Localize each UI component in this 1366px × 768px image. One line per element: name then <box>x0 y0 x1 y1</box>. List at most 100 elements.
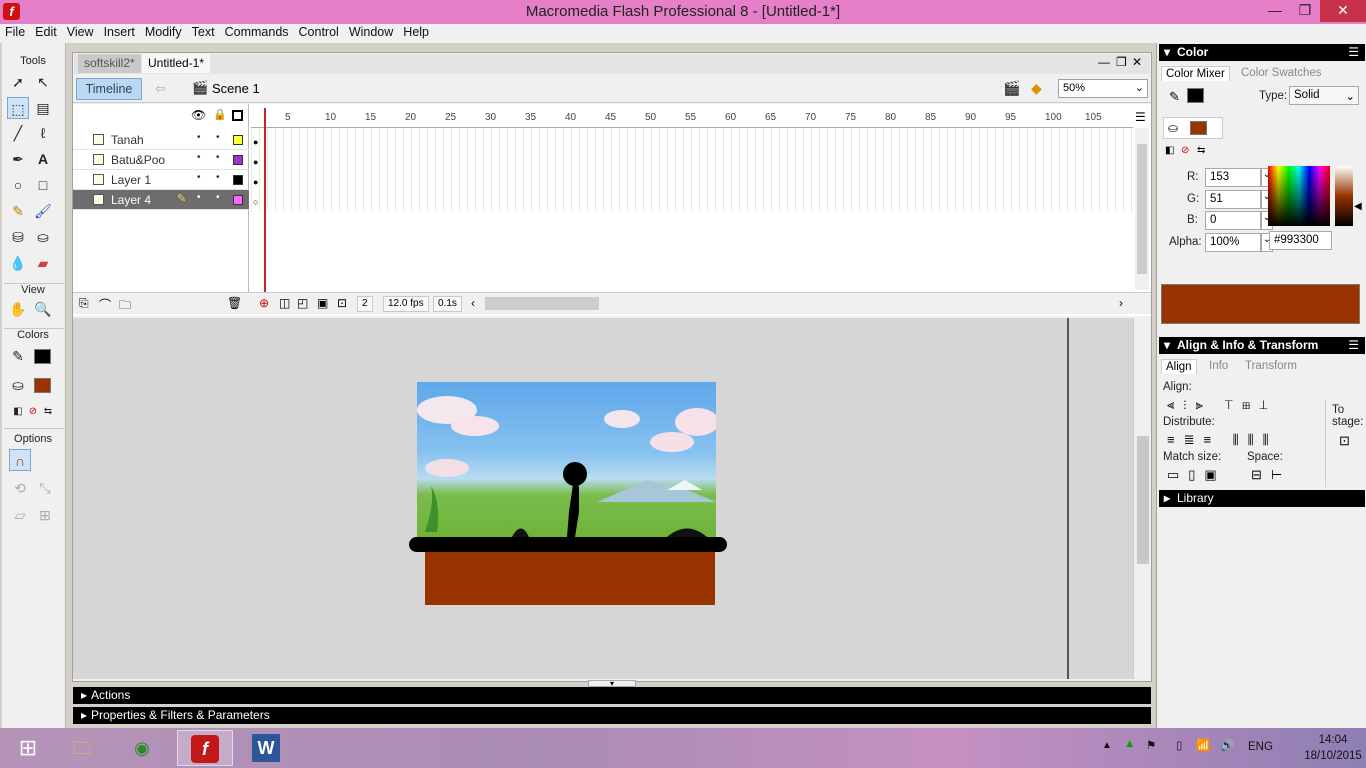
alpha-input[interactable]: 100% <box>1205 233 1261 252</box>
to-stage-button-icon[interactable]: ⊡ <box>1339 433 1350 449</box>
visibility-dot[interactable]: • <box>197 172 201 183</box>
layer-row-batu-poo[interactable]: Batu&Poo • • <box>73 150 249 170</box>
lock-dot[interactable]: • <box>216 152 220 163</box>
menu-view[interactable]: View <box>62 24 99 39</box>
action-center-icon[interactable]: ⚑ <box>1146 738 1156 752</box>
envelope-icon[interactable]: ⊞ <box>34 504 56 526</box>
doc-minimize-button[interactable]: — <box>1098 55 1110 69</box>
line-tool-icon[interactable]: ╱ <box>7 122 29 144</box>
edit-symbols-icon[interactable]: ◆ <box>1031 80 1042 97</box>
panel-collapse-handle[interactable]: ▾ <box>588 680 636 688</box>
scroll-right-icon[interactable]: › <box>1119 296 1123 310</box>
outline-color-swatch[interactable] <box>233 155 243 165</box>
zoom-select[interactable]: 50% ⌄ <box>1058 79 1148 98</box>
doc-close-button[interactable]: ✕ <box>1132 55 1142 69</box>
outline-icon[interactable] <box>232 110 243 121</box>
clock-date[interactable]: 18/10/2015 <box>1298 750 1366 762</box>
language-indicator[interactable]: ENG <box>1248 741 1273 753</box>
distort-icon[interactable]: ▱ <box>9 504 31 526</box>
flash-taskbar-icon[interactable]: f <box>177 730 233 766</box>
oval-tool-icon[interactable]: ○ <box>7 174 29 196</box>
align-panel-header[interactable]: ▾ Align & Info & Transform ☰ <box>1159 337 1365 354</box>
lock-dot[interactable]: • <box>216 172 220 183</box>
rotate-skew-icon[interactable]: ⟲ <box>9 477 31 499</box>
layer-row-tanah[interactable]: Tanah • • <box>73 130 249 150</box>
hex-input[interactable]: #993300 <box>1269 231 1332 250</box>
match-size-buttons-row[interactable]: ▭▯▣ <box>1167 467 1226 483</box>
stage-vscroll[interactable] <box>1133 318 1151 679</box>
chrome-icon[interactable]: ◉ <box>114 730 170 766</box>
minimize-button[interactable]: — <box>1260 0 1290 22</box>
panel-menu-icon[interactable]: ☰ <box>1348 45 1359 59</box>
timeline-menu-icon[interactable]: ☰ <box>1135 110 1149 124</box>
visibility-dot[interactable]: • <box>197 152 201 163</box>
scroll-thumb[interactable] <box>1137 436 1149 564</box>
color-panel-header[interactable]: ▾ Color ☰ <box>1159 44 1365 61</box>
wifi-icon[interactable]: 📶 <box>1196 738 1210 752</box>
lock-icon[interactable]: 🔒 <box>213 108 227 121</box>
no-color-icon[interactable]: ⊘ <box>1181 145 1189 156</box>
mixer-stroke-swatch[interactable] <box>1187 88 1204 103</box>
color-spectrum-picker[interactable] <box>1268 166 1330 226</box>
layer-row-layer-1[interactable]: Layer 1 • • <box>73 170 249 190</box>
text-tool-icon[interactable]: A <box>32 148 54 170</box>
selection-tool-icon[interactable]: ➚ <box>7 71 29 93</box>
add-motion-guide-icon[interactable]: ⌒ <box>99 296 111 313</box>
panel-menu-icon[interactable]: ☰ <box>1348 338 1359 352</box>
onion-skin-outlines-icon[interactable]: ◰ <box>297 296 308 310</box>
timeline-toggle-button[interactable]: Timeline <box>76 78 142 100</box>
tab-untitled-1[interactable]: Untitled-1* <box>142 54 211 73</box>
onion-skin-icon[interactable]: ◫ <box>279 296 290 310</box>
mixer-fill-swatch[interactable] <box>1190 121 1207 135</box>
ground-bar[interactable] <box>409 537 727 552</box>
type-select[interactable]: Solid ⌄ <box>1289 86 1359 105</box>
network-alert-icon[interactable]: ▲ <box>1124 738 1135 750</box>
pen-tool-icon[interactable]: ✒ <box>7 148 29 170</box>
insert-layer-icon[interactable]: ⎘ <box>79 296 89 311</box>
tab-info[interactable]: Info <box>1209 360 1228 372</box>
restore-button[interactable]: ❐ <box>1290 0 1320 22</box>
distribute-buttons-row[interactable]: ≡≣≡ ⫼⫼⫼ <box>1167 432 1278 448</box>
outline-color-swatch[interactable] <box>233 195 243 205</box>
tab-transform[interactable]: Transform <box>1245 360 1297 372</box>
volume-icon[interactable]: 🔊 <box>1220 738 1234 752</box>
hscroll-thumb[interactable] <box>485 297 599 310</box>
frame-grid[interactable] <box>251 128 1133 212</box>
menu-file[interactable]: File <box>0 24 30 39</box>
properties-panel-bar[interactable]: ▸ Properties & Filters & Parameters <box>73 707 1151 724</box>
lock-dot[interactable]: • <box>216 132 220 143</box>
modify-onion-markers-icon[interactable]: ⊡ <box>337 296 347 310</box>
menu-text[interactable]: Text <box>187 24 220 39</box>
zoom-tool-icon[interactable]: 🔍 <box>32 298 54 320</box>
show-hide-eye-icon[interactable]: 👁 <box>191 108 206 122</box>
menu-control[interactable]: Control <box>294 24 344 39</box>
pencil-tool-icon[interactable]: ✎ <box>7 200 29 222</box>
delete-layer-icon[interactable]: 🗑 <box>227 296 242 310</box>
black-white-icon[interactable]: ◧ <box>1165 145 1174 156</box>
edit-multiple-frames-icon[interactable]: ▣ <box>317 296 328 310</box>
menu-modify[interactable]: Modify <box>140 24 187 39</box>
playhead[interactable] <box>264 108 266 296</box>
swap-colors-icon[interactable]: ⇆ <box>37 401 59 423</box>
doc-restore-button[interactable]: ❐ <box>1116 55 1127 69</box>
visibility-dot[interactable]: • <box>197 192 201 203</box>
scroll-thumb[interactable] <box>1137 144 1147 274</box>
stroke-color-swatch[interactable] <box>34 349 51 364</box>
g-input[interactable]: 51 <box>1205 190 1261 209</box>
tab-softskill2[interactable]: softskill2* <box>78 54 141 73</box>
edit-scene-icon[interactable]: 🎬 <box>1003 80 1020 97</box>
menu-help[interactable]: Help <box>398 24 434 39</box>
swap-colors-icon[interactable]: ⇆ <box>1197 145 1205 156</box>
tab-color-mixer[interactable]: Color Mixer <box>1161 66 1230 81</box>
dirt-block[interactable] <box>425 552 715 605</box>
outline-color-swatch[interactable] <box>233 135 243 145</box>
eyedropper-tool-icon[interactable]: 💧 <box>7 252 29 274</box>
back-arrow-icon[interactable]: ⇦ <box>155 81 166 97</box>
r-input[interactable]: 153 <box>1205 168 1261 187</box>
file-explorer-icon[interactable]: 🗀 <box>54 730 110 766</box>
align-buttons-row[interactable]: ⫷⫶⫸ ⊤⊞⊥ <box>1167 397 1277 413</box>
insert-folder-icon[interactable]: 🗀 <box>119 296 131 317</box>
brightness-slider-arrow-icon[interactable]: ◀ <box>1354 201 1362 212</box>
snap-magnet-icon[interactable]: ∩ <box>9 449 31 471</box>
word-taskbar-icon[interactable]: W <box>238 730 294 766</box>
